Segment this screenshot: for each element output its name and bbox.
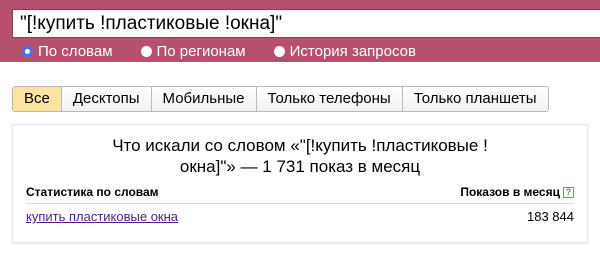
tab-phones-only[interactable]: Только телефоны [256,87,403,111]
mode-query-history[interactable]: История запросов [273,42,416,60]
column-header-words: Статистика по словам [26,185,159,199]
help-icon[interactable]: ? [563,186,574,198]
tab-desktops[interactable]: Десктопы [61,87,152,111]
mode-by-words[interactable]: По словам [22,43,113,60]
radio-selected-icon[interactable] [22,45,33,57]
tab-all[interactable]: Все [13,87,62,111]
results-title: Что искали со словом «"[!купить !пластик… [13,135,587,177]
search-band: "[!купить !пластиковые !окна]" По словам… [0,0,600,62]
tab-tablets-only[interactable]: Только планшеты [402,87,548,111]
mode-label: По регионам [156,42,246,60]
mode-label: По словам [38,42,113,60]
column-header-impressions-label: Показов в месяц [460,185,560,199]
results-title-line2: окна]"» — 1 731 показ в месяц [179,157,421,176]
results-panel: Что искали со словом «"[!купить !пластик… [12,124,588,243]
divider [26,203,574,204]
results-title-line1: Что искали со словом «"[!купить !пластик… [112,136,488,155]
device-filter-tabs: Все Десктопы Мобильные Только телефоны Т… [12,86,549,112]
table-row: купить пластиковые окна 183 844 [26,209,574,227]
mode-label: История запросов [289,42,416,60]
search-input[interactable]: "[!купить !пластиковые !окна]" [12,9,600,38]
tab-mobile[interactable]: Мобильные [151,87,257,111]
column-header-impressions: Показов в месяц ? [460,185,574,199]
phrase-link[interactable]: купить пластиковые окна [26,209,178,224]
mode-by-regions[interactable]: По регионам [140,42,246,60]
search-mode-group: По словам По регионам История запросов [22,42,416,60]
impressions-count: 183 844 [527,209,574,224]
radio-icon[interactable] [140,45,152,57]
radio-icon[interactable] [273,45,285,57]
